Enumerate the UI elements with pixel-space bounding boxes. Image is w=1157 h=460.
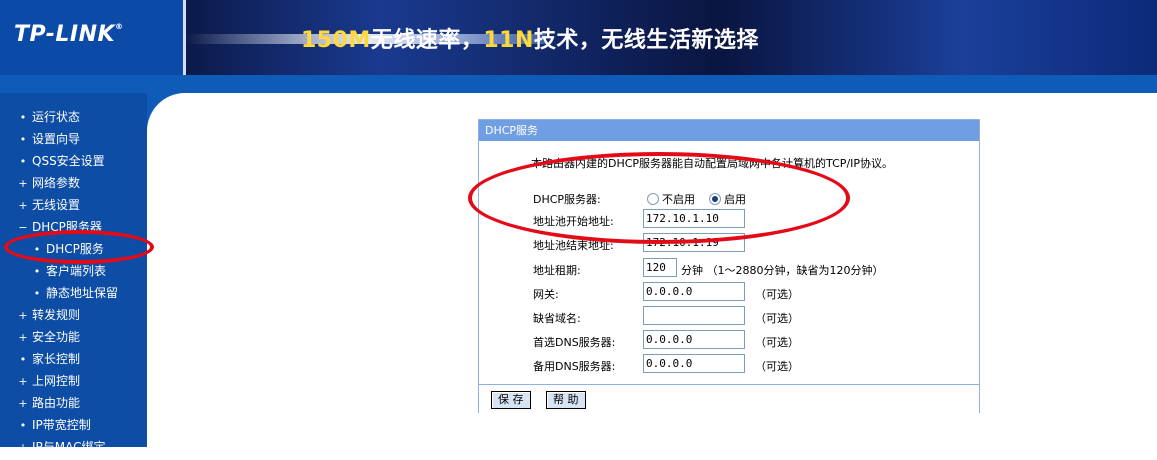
domain-optional-hint: （可选）	[755, 312, 799, 325]
sidebar-item-dhcp-service[interactable]: • DHCP服务	[0, 240, 147, 262]
sidebar-item-qss[interactable]: • QSS安全设置	[0, 152, 147, 174]
sidebar-item-routing[interactable]: + 路由功能	[0, 394, 147, 416]
start-address-label: 地址池开始地址:	[533, 215, 614, 228]
domain-label: 缺省域名:	[533, 312, 581, 325]
lease-input[interactable]: 120	[643, 258, 677, 277]
banner: 150M无线速率，11N技术，无线生活新选择	[186, 0, 1157, 75]
panel-footer: 保 存 帮 助	[479, 384, 979, 413]
dns2-optional-hint: （可选）	[755, 360, 799, 373]
banner-slogan: 150M无线速率，11N技术，无线生活新选择	[301, 28, 759, 53]
sidebar-item-access-control[interactable]: + 上网控制	[0, 372, 147, 394]
sidebar-item-forwarding[interactable]: + 转发规则	[0, 306, 147, 328]
dns1-input[interactable]: 0.0.0.0	[643, 330, 745, 349]
dhcp-disable-radio[interactable]: 不启用	[647, 191, 695, 207]
lease-hint: 分钟 （1～2880分钟，缺省为120分钟）	[681, 264, 884, 277]
header: TP-LINK® 150M无线速率，11N技术，无线生活新选择	[0, 0, 1157, 93]
sidebar-item-bandwidth[interactable]: • IP带宽控制	[0, 416, 147, 438]
gateway-label: 网关:	[533, 288, 559, 301]
panel-title: DHCP服务	[479, 120, 979, 141]
panel-description: 本路由器内建的DHCP服务器能自动配置局域网中各计算机的TCP/IP协议。	[531, 157, 894, 170]
sidebar-item-ip-mac-binding[interactable]: + IP与MAC绑定	[0, 438, 147, 460]
sidebar-menu: • 运行状态 • 设置向导 • QSS安全设置 + 网络参数 + 无线设置 − DHCP服务…	[0, 108, 147, 460]
logo-box: TP-LINK®	[0, 0, 183, 75]
sidebar-item-wireless[interactable]: + 无线设置	[0, 196, 147, 218]
end-address-label: 地址池结束地址:	[533, 239, 614, 252]
dns2-input[interactable]: 0.0.0.0	[643, 354, 745, 373]
sidebar-item-parental-control[interactable]: • 家长控制	[0, 350, 147, 372]
start-address-input[interactable]: 172.10.1.10	[643, 209, 745, 228]
sidebar-item-network[interactable]: + 网络参数	[0, 174, 147, 196]
sidebar-item-setup-wizard[interactable]: • 设置向导	[0, 130, 147, 152]
dns2-label: 备用DNS服务器:	[533, 360, 616, 373]
sidebar-item-dhcp-server[interactable]: − DHCP服务器	[0, 218, 147, 240]
radio-icon	[647, 193, 659, 205]
help-button[interactable]: 帮 助	[546, 391, 586, 409]
sidebar-item-security[interactable]: + 安全功能	[0, 328, 147, 350]
gateway-input[interactable]: 0.0.0.0	[643, 282, 745, 301]
domain-input[interactable]	[643, 306, 745, 325]
radio-selected-icon	[709, 193, 721, 205]
dns1-label: 首选DNS服务器:	[533, 336, 616, 349]
sidebar-item-status[interactable]: • 运行状态	[0, 108, 147, 130]
sidebar-item-static-reservation[interactable]: • 静态地址保留	[0, 284, 147, 306]
sidebar-item-client-list[interactable]: • 客户端列表	[0, 262, 147, 284]
dns1-optional-hint: （可选）	[755, 336, 799, 349]
end-address-input[interactable]: 172.10.1.19	[643, 233, 745, 252]
dhcp-server-label: DHCP服务器:	[533, 193, 601, 206]
dhcp-enable-radio[interactable]: 启用	[709, 191, 746, 207]
dhcp-panel: DHCP服务 本路由器内建的DHCP服务器能自动配置局域网中各计算机的TCP/I…	[478, 119, 980, 413]
gateway-optional-hint: （可选）	[755, 288, 799, 301]
save-button[interactable]: 保 存	[491, 391, 531, 409]
lease-label: 地址租期:	[533, 264, 581, 277]
tp-link-logo: TP-LINK®	[14, 22, 124, 47]
